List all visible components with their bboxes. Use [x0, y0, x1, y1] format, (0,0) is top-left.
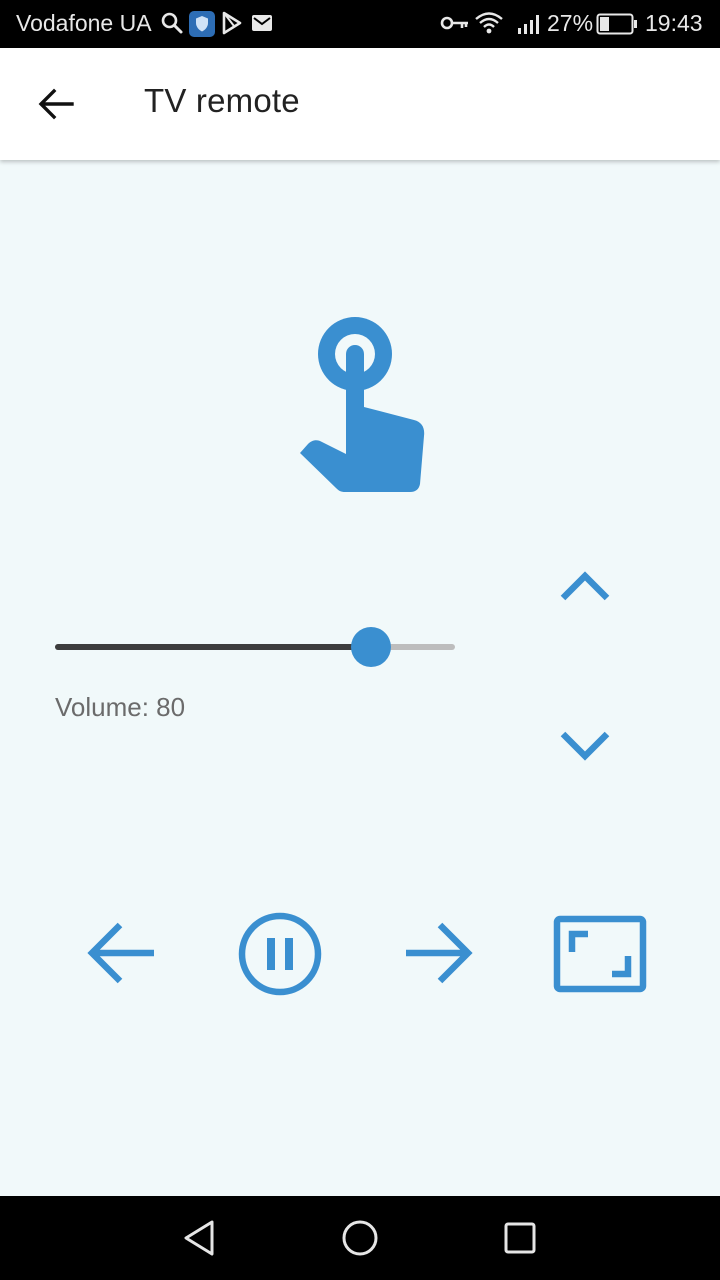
- previous-button[interactable]: [80, 913, 160, 993]
- key-icon: [440, 16, 468, 30]
- slider-thumb[interactable]: [351, 627, 391, 667]
- volume-slider[interactable]: [55, 627, 455, 667]
- battery-percent: 27%: [547, 10, 594, 36]
- home-circle-icon: [342, 1220, 378, 1256]
- next-button[interactable]: [400, 913, 480, 993]
- fullscreen-button[interactable]: [552, 914, 648, 994]
- chevron-up-icon: [560, 571, 610, 601]
- recents-square-icon: [504, 1222, 536, 1254]
- arrow-right-icon: [406, 922, 473, 984]
- clock: 19:43: [645, 10, 703, 36]
- system-recents-button[interactable]: [498, 1216, 542, 1260]
- status-bar: Vodafone UA 27% 19:43: [0, 0, 720, 48]
- system-back-button[interactable]: [178, 1216, 222, 1260]
- back-triangle-icon: [184, 1220, 214, 1256]
- arrow-left-icon: [38, 88, 74, 120]
- signal-icon: [518, 15, 539, 34]
- back-button[interactable]: [22, 70, 90, 138]
- system-home-button[interactable]: [338, 1216, 382, 1260]
- channel-up-button[interactable]: [550, 552, 620, 622]
- slider-track-active: [55, 644, 363, 650]
- wifi-icon: [475, 12, 503, 34]
- arrow-left-icon: [87, 922, 154, 984]
- battery-icon: [596, 13, 637, 35]
- channel-down-button[interactable]: [550, 710, 620, 780]
- chevron-down-icon: [560, 731, 610, 761]
- touchpad-button[interactable]: [290, 312, 435, 497]
- carrier-name: Vodafone UA: [16, 10, 152, 36]
- volume-label: Volume: 80: [55, 692, 186, 722]
- search-icon: [161, 12, 183, 34]
- touch-hand-icon: [300, 317, 425, 492]
- page-title: TV remote: [144, 82, 300, 119]
- aspect-ratio-icon: [553, 915, 647, 993]
- pause-circle-icon: [238, 912, 322, 996]
- app-bar: TV remote: [0, 48, 720, 160]
- pause-button[interactable]: [236, 910, 324, 998]
- play-store-icon: [222, 11, 242, 35]
- shield-icon: [189, 11, 215, 37]
- mail-icon: [252, 15, 272, 31]
- system-nav-bar: [0, 1196, 720, 1280]
